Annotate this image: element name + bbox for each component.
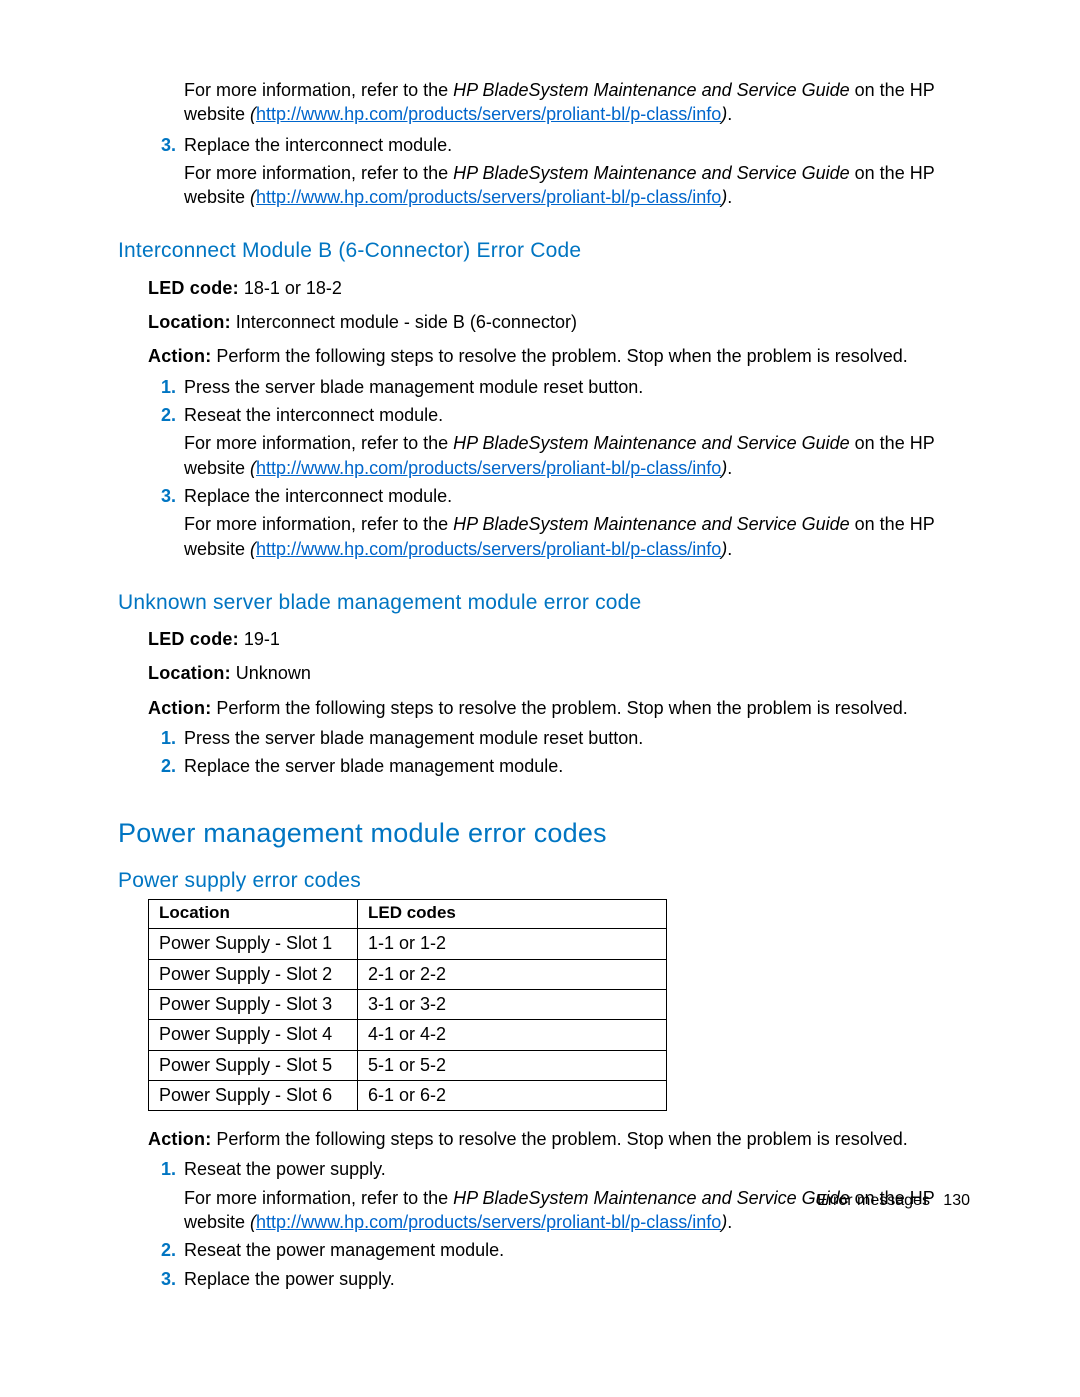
step-text: Replace the interconnect module.	[184, 133, 970, 157]
list-marker: 2.	[148, 403, 176, 427]
table-cell: 1-1 or 1-2	[358, 929, 667, 959]
step-text: Reseat the power supply.	[184, 1157, 970, 1181]
hp-info-link[interactable]: http://www.hp.com/products/servers/proli…	[256, 458, 721, 478]
guide-title: HP BladeSystem Maintenance and Service G…	[453, 163, 850, 183]
section-power-supply: Location LED codes Power Supply - Slot 1…	[148, 899, 970, 1291]
action-line: Action: Perform the following steps to r…	[148, 344, 970, 368]
table-row: Power Supply - Slot 66-1 or 6-2	[149, 1080, 667, 1110]
guide-title: HP BladeSystem Maintenance and Service G…	[453, 433, 850, 453]
step-text: Reseat the interconnect module.	[184, 403, 970, 427]
table-cell: 2-1 or 2-2	[358, 959, 667, 989]
hp-info-link[interactable]: http://www.hp.com/products/servers/proli…	[256, 104, 721, 124]
step-text: Press the server blade management module…	[184, 726, 970, 750]
step-text: Replace the server blade management modu…	[184, 754, 970, 778]
list-marker: 3.	[148, 133, 176, 157]
footer-page-number: 130	[943, 1192, 970, 1209]
list-item: 3. Replace the power supply.	[148, 1267, 970, 1291]
table-cell: Power Supply - Slot 4	[149, 1020, 358, 1050]
list-item: 2. Reseat the interconnect module. For m…	[148, 403, 970, 480]
list-marker: 2.	[148, 754, 176, 778]
step-text: Replace the power supply.	[184, 1267, 970, 1291]
list-marker: 1.	[148, 375, 176, 399]
table-header: Location	[149, 900, 358, 929]
list-item: 2. Replace the server blade management m…	[148, 754, 970, 778]
list-marker: 2.	[148, 1238, 176, 1262]
table-row: Power Supply - Slot 22-1 or 2-2	[149, 959, 667, 989]
led-code-line: LED code: 18-1 or 18-2	[148, 276, 970, 300]
ref-paragraph: For more information, refer to the HP Bl…	[184, 161, 970, 210]
action-line: Action: Perform the following steps to r…	[148, 1127, 970, 1151]
list-item: 1. Press the server blade management mod…	[148, 726, 970, 750]
list-item: 3. Replace the interconnect module. For …	[148, 133, 970, 210]
step-text: Press the server blade management module…	[184, 375, 970, 399]
list-item: 1. Press the server blade management mod…	[148, 375, 970, 399]
ref-paragraph: For more information, refer to the HP Bl…	[184, 512, 970, 561]
power-supply-table: Location LED codes Power Supply - Slot 1…	[148, 899, 667, 1111]
table-row: Power Supply - Slot 44-1 or 4-2	[149, 1020, 667, 1050]
hp-info-link[interactable]: http://www.hp.com/products/servers/proli…	[256, 1212, 721, 1232]
step-text: Reseat the power management module.	[184, 1238, 970, 1262]
page-footer: Error messages 130	[817, 1190, 970, 1212]
table-cell: Power Supply - Slot 3	[149, 989, 358, 1019]
list-item: 3. Replace the interconnect module. For …	[148, 484, 970, 561]
ref-paragraph: For more information, refer to the HP Bl…	[184, 78, 970, 127]
list-marker: 3.	[148, 484, 176, 508]
table-header: LED codes	[358, 900, 667, 929]
page-content: For more information, refer to the HP Bl…	[0, 0, 1080, 1291]
list-marker: 1.	[148, 1157, 176, 1181]
led-code-line: LED code: 19-1	[148, 627, 970, 651]
table-cell: 6-1 or 6-2	[358, 1080, 667, 1110]
section-unknown-blade: LED code: 19-1 Location: Unknown Action:…	[148, 627, 970, 778]
list-item: 2. Reseat the power management module.	[148, 1238, 970, 1262]
table-row: Power Supply - Slot 33-1 or 3-2	[149, 989, 667, 1019]
hp-info-link[interactable]: http://www.hp.com/products/servers/proli…	[256, 187, 721, 207]
table-cell: Power Supply - Slot 5	[149, 1050, 358, 1080]
table-cell: Power Supply - Slot 1	[149, 929, 358, 959]
location-line: Location: Unknown	[148, 661, 970, 685]
table-header-row: Location LED codes	[149, 900, 667, 929]
section-continuation: For more information, refer to the HP Bl…	[148, 78, 970, 209]
table-cell: Power Supply - Slot 6	[149, 1080, 358, 1110]
section-interconnect-b: LED code: 18-1 or 18-2 Location: Interco…	[148, 276, 970, 561]
guide-title: HP BladeSystem Maintenance and Service G…	[453, 80, 850, 100]
step-text: Replace the interconnect module.	[184, 484, 970, 508]
table-cell: 4-1 or 4-2	[358, 1020, 667, 1050]
list-marker: 1.	[148, 726, 176, 750]
guide-title: HP BladeSystem Maintenance and Service G…	[453, 1188, 850, 1208]
table-cell: 3-1 or 3-2	[358, 989, 667, 1019]
heading-power-supply: Power supply error codes	[118, 867, 970, 895]
table-row: Power Supply - Slot 55-1 or 5-2	[149, 1050, 667, 1080]
location-line: Location: Interconnect module - side B (…	[148, 310, 970, 334]
list-marker: 3.	[148, 1267, 176, 1291]
action-line: Action: Perform the following steps to r…	[148, 696, 970, 720]
heading-interconnect-b: Interconnect Module B (6-Connector) Erro…	[118, 237, 970, 265]
hp-info-link[interactable]: http://www.hp.com/products/servers/proli…	[256, 539, 721, 559]
ref-paragraph: For more information, refer to the HP Bl…	[184, 431, 970, 480]
heading-power-mgmt: Power management module error codes	[118, 815, 970, 851]
heading-unknown-blade: Unknown server blade management module e…	[118, 589, 970, 617]
table-row: Power Supply - Slot 11-1 or 1-2	[149, 929, 667, 959]
table-cell: 5-1 or 5-2	[358, 1050, 667, 1080]
table-cell: Power Supply - Slot 2	[149, 959, 358, 989]
footer-section: Error messages	[817, 1192, 930, 1209]
guide-title: HP BladeSystem Maintenance and Service G…	[453, 514, 850, 534]
